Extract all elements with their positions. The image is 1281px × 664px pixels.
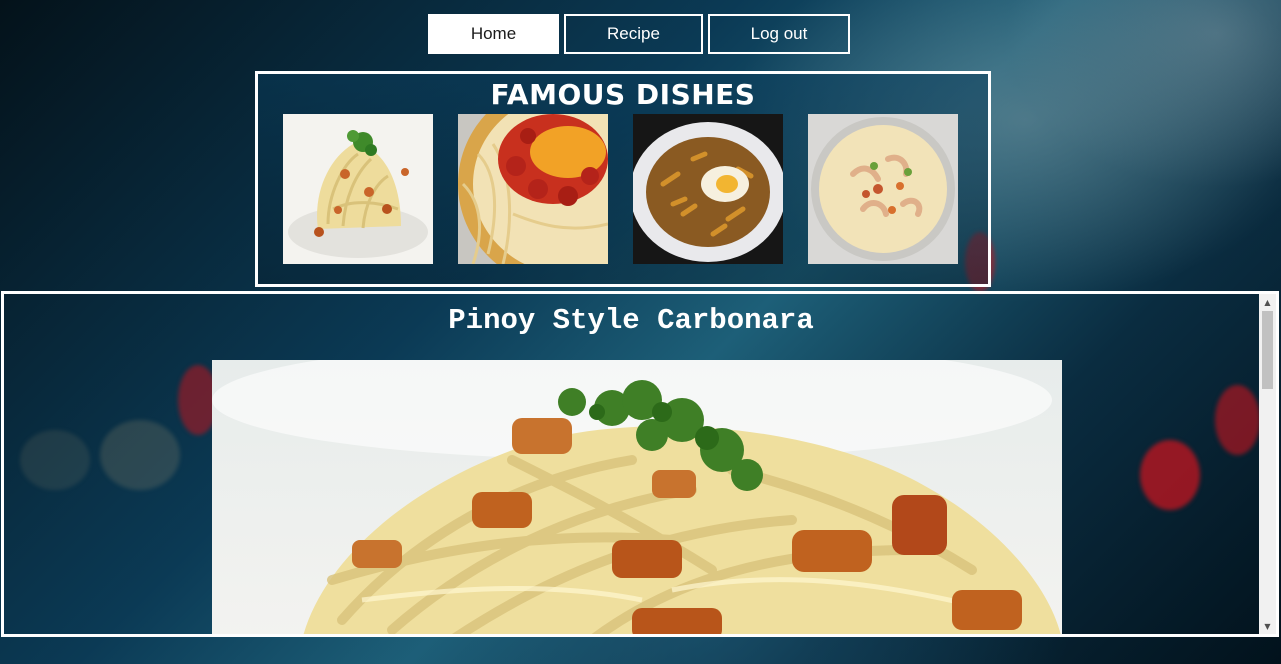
dish-thumbnail-carbonara[interactable] — [283, 114, 433, 264]
macaroni-soup-image — [808, 114, 958, 264]
recipe-image — [212, 360, 1062, 634]
spaghetti-image — [458, 114, 608, 264]
dish-thumbnail-spaghetti[interactable] — [458, 114, 608, 264]
famous-dishes-title: FAMOUS DISHES — [490, 78, 756, 111]
recipe-title: Pinoy Style Carbonara — [448, 304, 814, 337]
carbonara-image — [283, 114, 433, 264]
dish-thumbnail-macaroni-soup[interactable] — [808, 114, 958, 264]
nav-logout-button[interactable]: Log out — [708, 14, 850, 54]
famous-dishes-panel: FAMOUS DISHES — [255, 71, 991, 287]
nav-recipe-button[interactable]: Recipe — [564, 14, 703, 54]
recipe-frame[interactable]: Pinoy Style Carbonara ▲ ▼ — [1, 291, 1279, 637]
carbonara-image — [212, 360, 1062, 634]
top-nav: Home Recipe Log out — [428, 14, 850, 54]
scroll-up-arrow-icon[interactable]: ▲ — [1259, 294, 1276, 310]
scroll-down-arrow-icon[interactable]: ▼ — [1259, 618, 1276, 634]
nav-home-button[interactable]: Home — [428, 14, 559, 54]
macaroni-egg-image — [633, 114, 783, 264]
scrollbar[interactable]: ▲ ▼ — [1259, 294, 1276, 634]
scroll-thumb[interactable] — [1262, 311, 1273, 389]
dish-thumbnail-macaroni-egg[interactable] — [633, 114, 783, 264]
